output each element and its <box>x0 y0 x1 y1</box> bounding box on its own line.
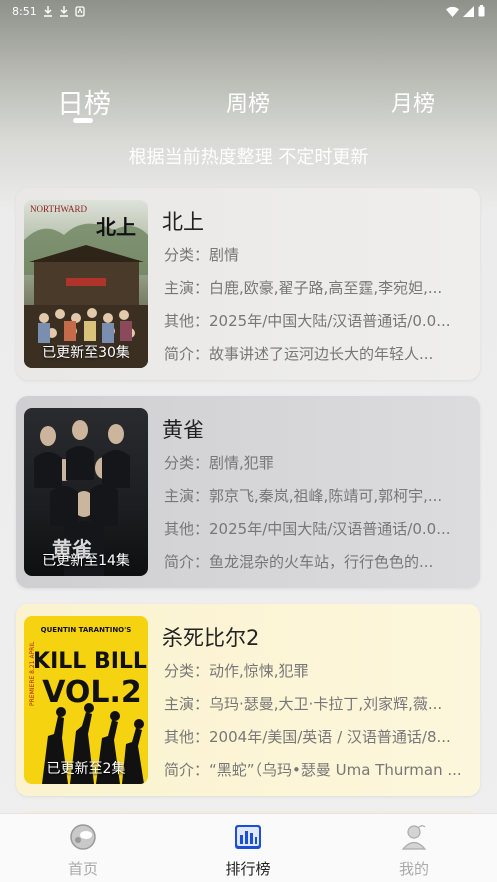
info-value: 鱼龙混杂的火车站，行行色色的... <box>209 553 434 571</box>
battery-icon <box>478 5 485 17</box>
info-label: 其他： <box>164 728 210 746</box>
nav-home[interactable]: 首页 <box>23 822 143 879</box>
info-intro: 简介：故事讲述了运河边长大的年轻人... <box>164 343 474 364</box>
status-time: 8:51 <box>12 4 37 18</box>
poster-image: NORTHWARD 北上 已更新至30集 <box>24 200 148 368</box>
wifi-icon <box>446 6 459 17</box>
info-label: 分类： <box>164 662 210 680</box>
update-badge: 已更新至30集 <box>42 345 130 361</box>
card-title: 杀死比尔2 <box>162 626 260 650</box>
info-other: 其他：2025年/中国大陆/汉语普通话/0.0... <box>164 518 474 539</box>
download-icon <box>59 5 68 17</box>
poster-title-line-1: KILL BILL <box>33 649 147 674</box>
info-other: 其他：2004年/美国/英语 / 汉语普通话/8... <box>164 726 474 747</box>
info-intro: 简介：“黑蛇”（乌玛•瑟曼 Uma Thurman ... <box>164 759 474 780</box>
status-right <box>446 5 485 17</box>
info-value: 剧情 <box>209 246 240 264</box>
status-left: 8:51 <box>12 5 85 18</box>
nav-label: 排行榜 <box>225 860 271 878</box>
info-value: 白鹿,欧豪,翟子路,高至霆,李宛妲,... <box>209 279 443 297</box>
tab-monthly[interactable]: 月榜 <box>391 86 435 118</box>
info-label: 主演： <box>164 279 210 297</box>
download-icon <box>43 5 52 17</box>
home-icon <box>70 824 96 850</box>
info-label: 主演： <box>164 487 210 505</box>
poster-image: QUENTIN TARANTINO'S KILL BILL VOL.2 PREM… <box>24 616 148 784</box>
info-label: 简介： <box>164 553 210 571</box>
info-label: 其他： <box>164 520 210 538</box>
info-value: 2004年/美国/英语 / 汉语普通话/8... <box>209 728 451 746</box>
ranking-card[interactable]: QUENTIN TARANTINO'S KILL BILL VOL.2 PREM… <box>16 604 480 796</box>
ranking-subtitle: 根据当前热度整理 不定时更新 <box>128 147 369 168</box>
info-category: 分类：动作,惊悚,犯罪 <box>164 660 474 681</box>
bottom-nav: 首页 排行榜 我的 <box>0 813 497 882</box>
poster-top-text: QUENTIN TARANTINO'S <box>41 626 132 634</box>
tab-daily[interactable]: 日榜 <box>57 82 111 121</box>
tab-weekly[interactable]: 周榜 <box>226 86 270 118</box>
ranking-tabs: 日榜 周榜 月榜 <box>0 78 497 124</box>
info-label: 简介： <box>164 345 210 363</box>
card-title: 北上 <box>162 210 204 234</box>
poster-image: 黄雀 已更新至14集 <box>24 408 148 576</box>
poster-top-text: NORTHWARD <box>30 204 87 214</box>
update-badge: 已更新至14集 <box>42 553 130 569</box>
nav-label: 我的 <box>398 860 429 878</box>
info-intro: 简介：鱼龙混杂的火车站，行行色色的... <box>164 551 474 572</box>
info-category: 分类：剧情,犯罪 <box>164 452 474 473</box>
info-cast: 主演：白鹿,欧豪,翟子路,高至霆,李宛妲,... <box>164 277 474 298</box>
active-tab-indicator <box>73 118 93 123</box>
info-label: 主演： <box>164 695 210 713</box>
info-label: 分类： <box>164 454 210 472</box>
card-title: 黄雀 <box>162 418 204 442</box>
info-label: 分类： <box>164 246 210 264</box>
nav-profile[interactable]: 我的 <box>354 822 474 879</box>
info-value: 乌玛·瑟曼,大卫·卡拉丁,刘家辉,薇... <box>209 695 443 713</box>
info-value: 动作,惊悚,犯罪 <box>209 662 309 680</box>
info-value: 2025年/中国大陆/汉语普通话/0.0... <box>209 312 451 330</box>
ranking-chart-icon <box>235 825 261 849</box>
update-badge: 已更新至2集 <box>46 761 126 777</box>
info-category: 分类：剧情 <box>164 244 474 265</box>
profile-icon <box>401 825 427 850</box>
ranking-card[interactable]: 黄雀 已更新至14集 黄雀 分类：剧情,犯罪 主演：郭京飞,秦岚,祖峰,陈靖可,… <box>16 396 480 588</box>
ranking-card[interactable]: NORTHWARD 北上 已更新至30集 北上 分类：剧情 主演：白鹿,欧豪,翟… <box>16 188 480 380</box>
info-label: 其他： <box>164 312 210 330</box>
nav-label: 首页 <box>67 860 98 878</box>
info-value: 故事讲述了运河边长大的年轻人... <box>209 345 434 363</box>
poster-side-text: PREMIERE 8.21 APRIL <box>29 641 36 706</box>
info-value: “黑蛇”（乌玛•瑟曼 Uma Thurman ... <box>209 761 462 779</box>
nav-ranking[interactable]: 排行榜 <box>188 822 308 879</box>
info-label: 简介： <box>164 761 210 779</box>
info-other: 其他：2025年/中国大陆/汉语普通话/0.0... <box>164 310 474 331</box>
info-cast: 主演：郭京飞,秦岚,祖峰,陈靖可,郭柯宇,... <box>164 485 474 506</box>
info-value: 郭京飞,秦岚,祖峰,陈靖可,郭柯宇,... <box>209 487 443 505</box>
info-value: 2025年/中国大陆/汉语普通话/0.0... <box>209 520 451 538</box>
info-value: 剧情,犯罪 <box>209 454 274 472</box>
signal-icon <box>463 5 474 17</box>
notification-app-icon <box>75 5 85 17</box>
status-bar: 8:51 <box>0 0 497 22</box>
poster-title-text: 北上 <box>96 215 136 239</box>
info-cast: 主演：乌玛·瑟曼,大卫·卡拉丁,刘家辉,薇... <box>164 693 474 714</box>
